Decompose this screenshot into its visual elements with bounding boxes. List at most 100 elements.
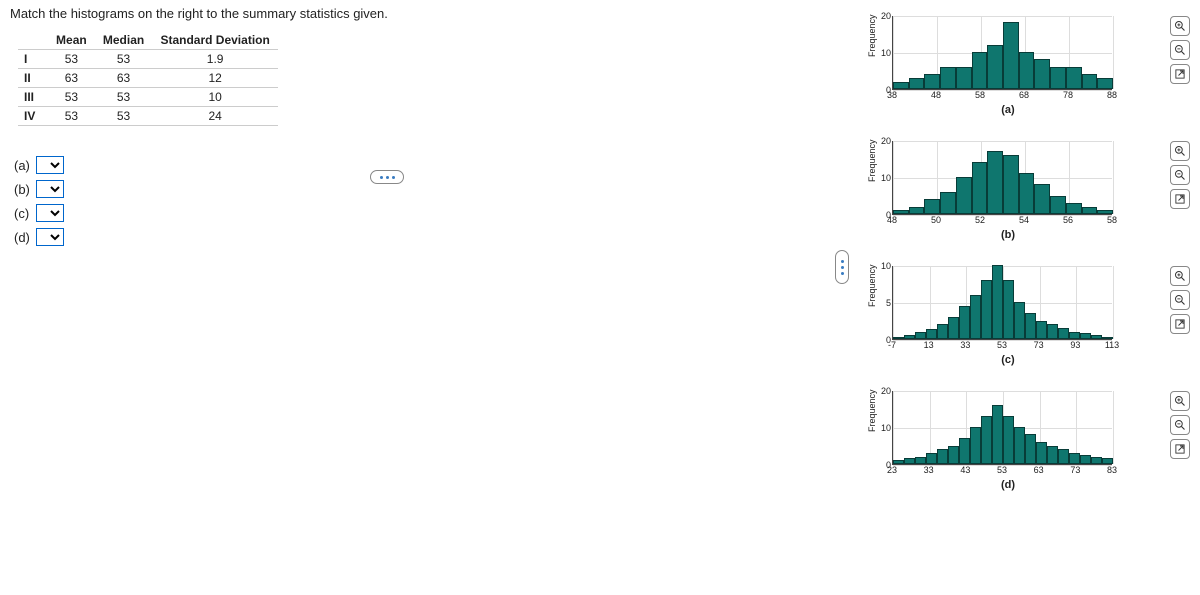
y-axis-label: Frequency xyxy=(867,139,877,182)
popout-button[interactable] xyxy=(1170,314,1190,334)
bar xyxy=(1069,453,1080,464)
chart-caption: (d) xyxy=(878,479,1138,491)
bar xyxy=(1019,173,1035,214)
y-axis-label: Frequency xyxy=(867,264,877,307)
bar xyxy=(1097,210,1113,214)
select-label-0: (a) xyxy=(14,158,36,173)
bar xyxy=(1003,155,1019,214)
select-b[interactable] xyxy=(36,180,64,198)
zoom-in-button[interactable] xyxy=(1170,141,1190,161)
bar xyxy=(1080,455,1091,464)
prompt-text: Match the histograms on the right to the… xyxy=(10,6,740,21)
x-tick: 78 xyxy=(1063,90,1073,100)
bar xyxy=(1014,427,1025,464)
x-tick: 33 xyxy=(924,465,934,475)
x-tick: 68 xyxy=(1019,90,1029,100)
bar xyxy=(1058,328,1069,339)
bar xyxy=(970,295,981,339)
chart-caption: (c) xyxy=(878,354,1138,366)
zoom-in-icon xyxy=(1174,270,1186,282)
plot-area: 01020 xyxy=(892,391,1112,465)
bar xyxy=(972,52,988,89)
bar xyxy=(948,446,959,465)
zoom-in-button[interactable] xyxy=(1170,16,1190,36)
bar xyxy=(972,162,988,214)
bar xyxy=(1066,203,1082,214)
plot-area: 01020 xyxy=(892,141,1112,215)
dot-icon xyxy=(392,176,395,179)
bar xyxy=(1019,52,1035,89)
bar xyxy=(904,335,915,339)
th-median: Median xyxy=(95,31,152,50)
select-d[interactable] xyxy=(36,228,64,246)
x-tick: 58 xyxy=(975,90,985,100)
zoom-out-icon xyxy=(1174,419,1186,431)
x-tick: 63 xyxy=(1034,465,1044,475)
x-tick: 53 xyxy=(997,340,1007,350)
x-tick: 83 xyxy=(1107,465,1117,475)
bar xyxy=(981,416,992,464)
bar xyxy=(970,427,981,464)
y-tick: 5 xyxy=(879,298,891,308)
bar xyxy=(992,405,1003,464)
y-tick: 10 xyxy=(879,423,891,433)
y-tick: 10 xyxy=(879,173,891,183)
popout-button[interactable] xyxy=(1170,64,1190,84)
bar xyxy=(987,151,1003,214)
y-tick: 20 xyxy=(879,136,891,146)
bar xyxy=(1091,335,1102,339)
popout-icon xyxy=(1174,443,1186,455)
dot-icon xyxy=(380,176,383,179)
bar xyxy=(1102,337,1113,339)
x-tick: 113 xyxy=(1105,340,1119,350)
zoom-out-icon xyxy=(1174,44,1186,56)
dot-icon xyxy=(841,260,844,263)
zoom-in-button[interactable] xyxy=(1170,266,1190,286)
bar xyxy=(1025,313,1036,339)
cell-sd: 10 xyxy=(152,88,278,107)
popout-button[interactable] xyxy=(1170,439,1190,459)
bar xyxy=(937,324,948,339)
x-tick: 88 xyxy=(1107,90,1117,100)
bar xyxy=(1034,59,1050,89)
zoom-in-button[interactable] xyxy=(1170,391,1190,411)
y-tick: 10 xyxy=(879,261,891,271)
zoom-out-button[interactable] xyxy=(1170,40,1190,60)
chart-caption: (a) xyxy=(878,104,1138,116)
y-tick: 20 xyxy=(879,386,891,396)
zoom-out-button[interactable] xyxy=(1170,165,1190,185)
more-button-vertical[interactable] xyxy=(835,250,849,284)
plot-area: 0510 xyxy=(892,266,1112,340)
bar xyxy=(1102,458,1113,464)
bar xyxy=(1034,184,1050,214)
zoom-out-button[interactable] xyxy=(1170,415,1190,435)
x-tick: 56 xyxy=(1063,215,1073,225)
cell-sd: 1.9 xyxy=(152,50,278,69)
zoom-out-icon xyxy=(1174,294,1186,306)
bar xyxy=(893,460,904,464)
cell-mean: 53 xyxy=(48,88,95,107)
bar xyxy=(1097,78,1113,89)
cell-mean: 53 xyxy=(48,50,95,69)
bar xyxy=(940,192,956,214)
x-tick: 52 xyxy=(975,215,985,225)
zoom-out-button[interactable] xyxy=(1170,290,1190,310)
bar xyxy=(1003,22,1019,89)
bar xyxy=(956,67,972,89)
zoom-in-icon xyxy=(1174,145,1186,157)
x-tick: 50 xyxy=(931,215,941,225)
bar xyxy=(981,280,992,339)
zoom-in-icon xyxy=(1174,395,1186,407)
popout-button[interactable] xyxy=(1170,189,1190,209)
popout-icon xyxy=(1174,318,1186,330)
select-c[interactable] xyxy=(36,204,64,222)
x-tick: 54 xyxy=(1019,215,1029,225)
bar xyxy=(1069,332,1080,339)
more-button-horizontal[interactable] xyxy=(370,170,404,184)
bar xyxy=(893,337,904,339)
bar xyxy=(937,449,948,464)
bar xyxy=(926,453,937,464)
chart-c: Frequency-713335373931130510(c) xyxy=(850,262,1190,377)
bar xyxy=(1003,416,1014,464)
select-a[interactable] xyxy=(36,156,64,174)
